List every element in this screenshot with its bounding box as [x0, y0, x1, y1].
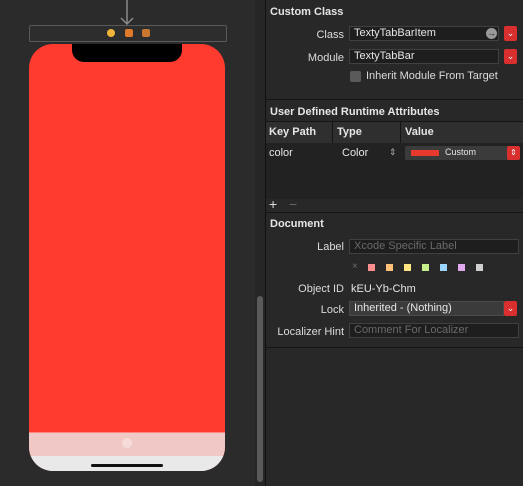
clear-label-icon[interactable]: × [352, 261, 358, 272]
class-field[interactable]: TextyTabBarItem [349, 26, 499, 41]
remove-attribute-button[interactable]: − [289, 196, 297, 212]
color-swatch [411, 150, 439, 156]
label-color-chip[interactable] [368, 264, 375, 271]
module-label: Module [307, 52, 344, 64]
object-id-value: kEU-Yb-Chm [351, 283, 416, 295]
module-value: TextyTabBar [354, 50, 415, 62]
color-popup-icon[interactable]: ⇕ [507, 146, 520, 160]
class-label: Class [316, 29, 344, 41]
attributes-table[interactable]: color Color ⇕ Custom ⇕ [266, 143, 523, 199]
section-divider [266, 212, 523, 213]
key-path-cell[interactable]: color [269, 147, 293, 159]
column-value[interactable]: Value [405, 126, 434, 138]
color-value: Custom [445, 147, 477, 157]
attributes-table-header: Key Path Type Value [266, 121, 523, 144]
lock-value: Inherited - (Nothing) [354, 302, 452, 314]
column-type[interactable]: Type [337, 126, 362, 138]
label-label: Label [317, 241, 344, 253]
label-placeholder: Xcode Specific Label [354, 240, 457, 252]
exit-icon[interactable] [142, 29, 150, 37]
label-color-chip[interactable] [386, 264, 393, 271]
column-divider [332, 122, 333, 143]
canvas-scrollbar[interactable] [255, 0, 265, 486]
storyboard-canvas[interactable] [0, 0, 255, 486]
type-stepper-icon[interactable]: ⇕ [389, 147, 397, 158]
class-dropdown-icon[interactable]: ⌄ [504, 26, 517, 41]
device-notch [72, 44, 182, 62]
lock-dropdown-icon[interactable]: ⌄ [504, 301, 517, 316]
inherit-module-checkbox[interactable] [350, 71, 361, 82]
identity-inspector: Custom Class Class TextyTabBarItem → ⌄ M… [266, 0, 523, 486]
type-cell[interactable]: Color [342, 147, 368, 159]
go-to-class-icon[interactable]: → [486, 28, 497, 39]
section-divider [266, 347, 523, 348]
table-row[interactable]: color Color ⇕ Custom ⇕ [266, 143, 523, 163]
section-divider [266, 99, 523, 100]
class-value: TextyTabBarItem [354, 27, 436, 39]
label-color-chip[interactable] [422, 264, 429, 271]
label-color-chip[interactable] [458, 264, 465, 271]
localizer-hint-field[interactable]: Comment For Localizer [349, 323, 519, 338]
column-key-path[interactable]: Key Path [269, 126, 316, 138]
view-controller-scene[interactable] [29, 44, 225, 471]
module-field[interactable]: TextyTabBar [349, 49, 499, 64]
scene-dock [29, 25, 227, 42]
label-color-chip[interactable] [404, 264, 411, 271]
module-dropdown-icon[interactable]: ⌄ [504, 49, 517, 64]
localizer-placeholder: Comment For Localizer [354, 324, 469, 336]
home-indicator-area [29, 456, 225, 471]
lock-label: Lock [320, 304, 344, 316]
add-attribute-button[interactable]: + [269, 196, 277, 212]
label-field[interactable]: Xcode Specific Label [349, 239, 519, 254]
label-color-chip[interactable] [440, 264, 447, 271]
object-id-label: Object ID [298, 283, 344, 295]
tab-bar-item[interactable] [122, 438, 132, 448]
inherit-module-label: Inherit Module From Target [366, 70, 498, 82]
first-responder-icon[interactable] [125, 29, 133, 37]
entry-point-arrow-icon [120, 0, 134, 26]
scrollbar-thumb[interactable] [257, 296, 263, 482]
label-color-chip[interactable] [476, 264, 483, 271]
custom-class-title: Custom Class [270, 6, 344, 18]
view-controller-icon[interactable] [107, 29, 115, 37]
column-divider [400, 122, 401, 143]
localizer-hint-label: Localizer Hint [277, 326, 344, 338]
color-well[interactable]: Custom ⇕ [405, 146, 520, 160]
home-indicator [91, 464, 163, 467]
lock-popup[interactable]: Inherited - (Nothing) [349, 301, 504, 316]
runtime-attributes-title: User Defined Runtime Attributes [270, 106, 440, 118]
document-title: Document [270, 218, 324, 230]
